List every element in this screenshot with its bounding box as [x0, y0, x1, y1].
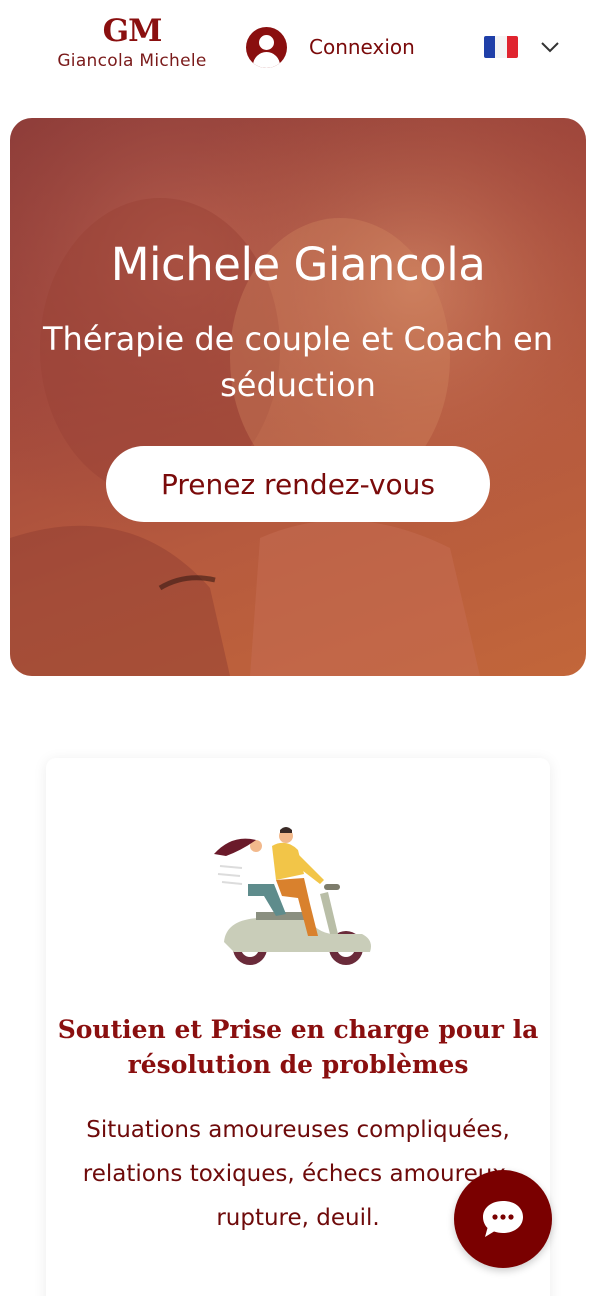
login-button[interactable]: Connexion [246, 26, 415, 68]
chevron-down-icon [541, 42, 559, 53]
hero-title: Michele Giancola [110, 238, 486, 291]
couple-scooter-illustration [214, 827, 371, 965]
site-header: GM Giancola Michele Connexion [0, 0, 596, 100]
book-appointment-button[interactable]: Prenez rendez-vous [106, 446, 490, 522]
site-logo[interactable]: GM Giancola Michele [44, 12, 220, 82]
chat-bubble-icon [483, 1201, 523, 1237]
logo-mark: GM [102, 13, 163, 49]
hero-subtitle: Thérapie de couple et Coach en séduction [43, 320, 553, 404]
logo-name: Giancola Michele [57, 51, 207, 71]
card-title: Soutien et Prise en charge pour la résol… [57, 1015, 539, 1079]
hero-banner: Michele Giancola Thérapie de couple et C… [10, 118, 586, 676]
language-selector[interactable] [484, 34, 560, 60]
france-flag-icon [484, 36, 518, 58]
chat-button[interactable] [454, 1170, 552, 1268]
user-avatar-icon [246, 26, 287, 68]
login-label: Connexion [309, 35, 415, 59]
